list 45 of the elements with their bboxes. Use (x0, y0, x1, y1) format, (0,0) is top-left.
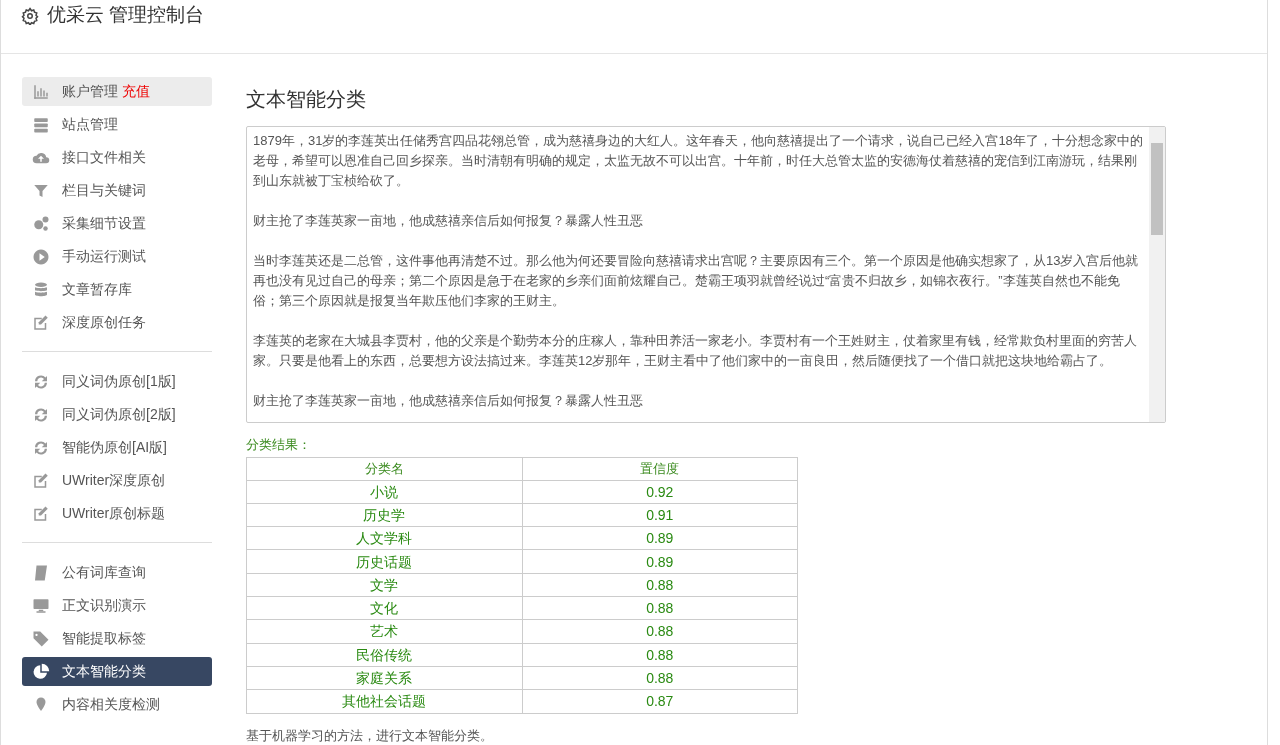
table-cell: 0.89 (522, 549, 798, 574)
scrollbar[interactable] (1149, 127, 1165, 423)
bar-chart-icon (32, 82, 50, 101)
refresh-icon (32, 372, 50, 391)
refresh-icon (32, 405, 50, 424)
sidebar-item[interactable]: 文本智能分类 (22, 657, 212, 686)
result-label: 分类结果： (246, 436, 312, 455)
page-title: 文本智能分类 (246, 87, 367, 112)
table-cell: 0.89 (522, 526, 798, 550)
sidebar-item[interactable]: 账户管理 充值 (22, 77, 212, 106)
edit-icon (32, 504, 50, 523)
database-icon (32, 280, 50, 299)
column-header: 分类名 (246, 457, 522, 481)
table-cell: 0.92 (522, 480, 798, 504)
table-cell: 0.88 (522, 619, 798, 644)
edit-icon (32, 471, 50, 490)
tag-icon (32, 629, 50, 648)
table-cell: 文学 (246, 573, 522, 597)
table-cell: 其他社会话题 (246, 689, 522, 713)
play-icon (32, 247, 50, 266)
table-cell: 历史话题 (246, 549, 522, 574)
table-cell: 艺术 (246, 619, 522, 644)
monitor-icon (32, 596, 50, 615)
table-cell: 历史学 (246, 503, 522, 527)
table-cell: 0.91 (522, 503, 798, 527)
table-cell: 家庭关系 (246, 666, 522, 690)
table-cell: 小说 (246, 480, 522, 504)
table-cell: 0.88 (522, 596, 798, 620)
table-cell: 文化 (246, 596, 522, 620)
refresh-icon (32, 438, 50, 457)
app-title: 优采云 管理控制台 (47, 3, 205, 28)
pie-chart-icon (32, 662, 50, 681)
settings-icon (21, 6, 39, 25)
description-text: 基于机器学习的方法，进行文本智能分类。 (246, 726, 494, 745)
edit-icon (32, 313, 50, 332)
column-header: 置信度 (522, 457, 798, 481)
table-cell: 0.88 (522, 573, 798, 597)
table-cell: 0.88 (522, 643, 798, 667)
table-cell: 0.88 (522, 666, 798, 690)
text-area[interactable]: 1879年，31岁的李莲英出任储秀宫四品花翎总管，成为慈禧身边的大红人。这年春天，他向慈禧提出了一个请求，说自己已经入宫18年了，十分想念家中的老母，希望可以恩准自己回乡探亲。当时清朝有明确的规定，太监无故不可以出宫。十年前，时任大总管太监的安德海仗着慈禧的宠信到江南游玩，结果刚到山东就被丁宝桢给砍了。 财主抢了李莲英家一亩地，他成慈禧亲信后如何报复？暴露人性丑恶 当时李莲英还是二总管，这件事他再清楚不过。那么他为何还要冒险向慈禧请求出宫呢？主要原因有三个。第一个原因是他确实想家了，从13岁入宫后他就再也没有见过自己的母亲；第二个原因是急于在老家的乡亲们面前炫耀自己。楚霸王项羽就曾经说过“富贵不归故乡，如锦衣夜行。”李莲英自然也不能免俗；第三个原因就是报复当年欺压他们李家的王财主。 李莲英的老家在大城县李贾村，他的父亲是个勤劳本分的庄稼人，靠种田养活一家老小。李贾村有一个王姓财主，仗着家里有钱，经常欺负村里面的穷苦人家。只要是他看上的东西，总要想方设法搞过来。李莲英12岁那年，王财主看中了他们家中的一亩良田，然后随便找了一个借口就把这块地给霸占了。 财主抢了李莲英家一亩地，他成慈禧亲信后如何报复？暴露人性丑恶 (246, 126, 1166, 424)
recharge-link[interactable]: 充值 (122, 81, 150, 102)
table-cell: 0.87 (522, 689, 798, 713)
table-cell: 民俗传统 (246, 643, 522, 667)
server-icon (32, 115, 50, 134)
table-cell: 人文学科 (246, 526, 522, 550)
